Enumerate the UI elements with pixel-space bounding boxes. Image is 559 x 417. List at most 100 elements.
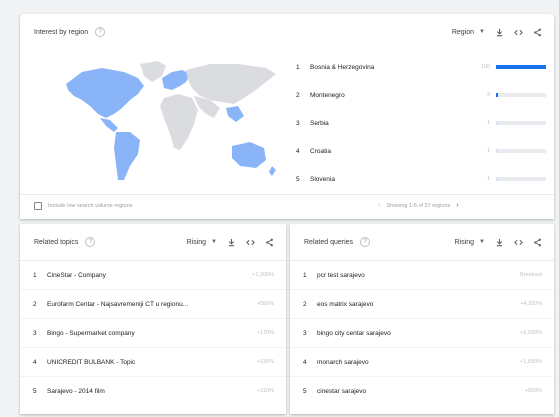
download-icon[interactable] (226, 236, 236, 248)
item-change: +2,500% (520, 330, 542, 336)
region-rank: 2 (296, 91, 300, 99)
list-item[interactable]: 1 pcr test sarajevo Breakout (290, 260, 554, 289)
region-bar-fill (496, 121, 498, 125)
embed-icon[interactable] (245, 236, 255, 248)
region-rank: 1 (296, 63, 300, 71)
region-name: Serbia (310, 119, 329, 127)
region-list: 1 Bosnia & Herzegovina 100 2 Montenegro … (296, 53, 546, 193)
related-topics-card: Related topics ? Rising ▼ 1 CineStar - C… (20, 224, 286, 414)
world-map[interactable] (60, 56, 280, 196)
queries-card-title: Related queries (304, 238, 354, 246)
item-rank: 3 (33, 329, 37, 337)
region-rank: 5 (296, 175, 300, 183)
item-rank: 1 (33, 271, 37, 279)
list-item[interactable]: 2 eos matrix sarajevo +4,200% (290, 289, 554, 318)
region-bar-fill (496, 177, 498, 181)
region-value: 1 (486, 176, 490, 182)
region-row[interactable]: 3 Serbia 1 (296, 109, 546, 137)
region-view-dropdown[interactable]: Region ▼ (452, 29, 485, 36)
region-rank: 4 (296, 147, 300, 155)
item-rank: 4 (33, 358, 37, 366)
item-label: cinestar sarajevo (317, 387, 367, 395)
list-item[interactable]: 5 cinestar sarajevo +950% (290, 376, 554, 405)
item-rank: 5 (33, 387, 37, 395)
topics-filter-dropdown[interactable]: Rising ▼ (187, 239, 217, 246)
help-circle-icon[interactable]: ? (95, 27, 106, 37)
list-item[interactable]: 5 Sarajevo - 2014 film +110% (20, 376, 286, 405)
region-bar-fill (496, 65, 546, 69)
share-icon[interactable] (532, 236, 542, 248)
item-label: Eurofarm Centar - Najsavremeniji CT u re… (47, 300, 189, 308)
map-australia (232, 142, 266, 168)
region-name: Slovenia (310, 175, 335, 183)
map-southeast-asia (226, 106, 244, 122)
region-name: Montenegro (310, 91, 345, 99)
region-row[interactable]: 2 Montenegro 3 (296, 81, 546, 109)
region-card-header: Interest by region ? Region ▼ (20, 14, 554, 50)
region-value: 1 (486, 148, 490, 154)
map-greenland (140, 61, 166, 82)
item-change: +110% (257, 388, 274, 394)
map-central-america (100, 118, 118, 132)
map-new-zealand (269, 166, 276, 176)
share-icon[interactable] (264, 236, 274, 248)
list-item[interactable]: 2 Eurofarm Centar - Najsavremeniji CT u … (20, 289, 286, 318)
embed-icon[interactable] (513, 236, 523, 248)
list-item[interactable]: 4 monarch sarajevo +1,550% (290, 347, 554, 376)
item-label: monarch sarajevo (317, 358, 369, 366)
item-rank: 1 (303, 271, 307, 279)
item-label: UNICREDIT BULBANK - Topic (47, 358, 136, 366)
map-land (66, 61, 276, 180)
queries-card-header: Related queries ? Rising ▼ (290, 224, 554, 260)
interest-by-region-card: Interest by region ? Region ▼ 1 Bosnia &… (20, 14, 554, 219)
region-name: Croatia (310, 147, 331, 155)
region-bar-fill (496, 149, 498, 153)
region-value: 1 (486, 120, 490, 126)
topics-card-header: Related topics ? Rising ▼ (20, 224, 286, 260)
help-circle-icon[interactable]: ? (360, 237, 371, 247)
list-item[interactable]: 3 Bingo - Supermarket company +170% (20, 318, 286, 347)
queries-filter-label: Rising (454, 238, 475, 246)
caret-down-icon: ▼ (211, 239, 217, 245)
item-change: +130% (256, 359, 274, 365)
low-volume-label: Include low search volume regions (48, 203, 133, 209)
item-label: eos matrix sarajevo (317, 300, 374, 308)
low-volume-checkbox[interactable] (34, 202, 42, 210)
item-change: +550% (256, 301, 274, 307)
map-north-america (66, 68, 144, 118)
topics-list: 1 CineStar - Company +1,300% 2 Eurofarm … (20, 260, 286, 405)
item-change: +950% (524, 388, 542, 394)
help-circle-icon[interactable]: ? (85, 237, 96, 247)
item-change: Breakout (519, 272, 542, 278)
list-item[interactable]: 1 CineStar - Company +1,300% (20, 260, 286, 289)
low-volume-toggle[interactable]: Include low search volume regions (34, 202, 132, 210)
chevron-right-icon[interactable]: › (456, 202, 458, 209)
related-queries-card: Related queries ? Rising ▼ 1 pcr test sa… (290, 224, 554, 414)
list-item[interactable]: 3 bingo city centar sarajevo +2,500% (290, 318, 554, 347)
queries-filter-dropdown[interactable]: Rising ▼ (455, 239, 485, 246)
pager-text: Showing 1-5 of 37 regions (386, 202, 451, 209)
region-value: 100 (480, 64, 490, 70)
item-rank: 2 (303, 300, 307, 308)
item-change: +170% (256, 330, 274, 336)
item-rank: 4 (303, 358, 307, 366)
region-bar-track (496, 149, 546, 153)
map-europe (162, 70, 190, 90)
download-icon[interactable] (494, 236, 504, 248)
list-item[interactable]: 4 UNICREDIT BULBANK - Topic +130% (20, 347, 286, 376)
region-row[interactable]: 4 Croatia 1 (296, 137, 546, 165)
map-south-america (114, 132, 140, 180)
share-icon[interactable] (532, 26, 542, 38)
item-rank: 3 (303, 329, 307, 337)
download-icon[interactable] (494, 26, 504, 38)
embed-icon[interactable] (513, 26, 523, 38)
item-change: +4,200% (520, 301, 542, 307)
region-row[interactable]: 1 Bosnia & Herzegovina 100 (296, 53, 546, 81)
region-footer-divider (20, 194, 554, 195)
topics-card-title: Related topics (34, 238, 79, 246)
region-row[interactable]: 5 Slovenia 1 (296, 165, 546, 193)
map-africa (160, 94, 198, 150)
region-bar-track (496, 121, 546, 125)
caret-down-icon: ▼ (479, 29, 485, 35)
chevron-left-icon[interactable]: ‹ (378, 202, 380, 209)
